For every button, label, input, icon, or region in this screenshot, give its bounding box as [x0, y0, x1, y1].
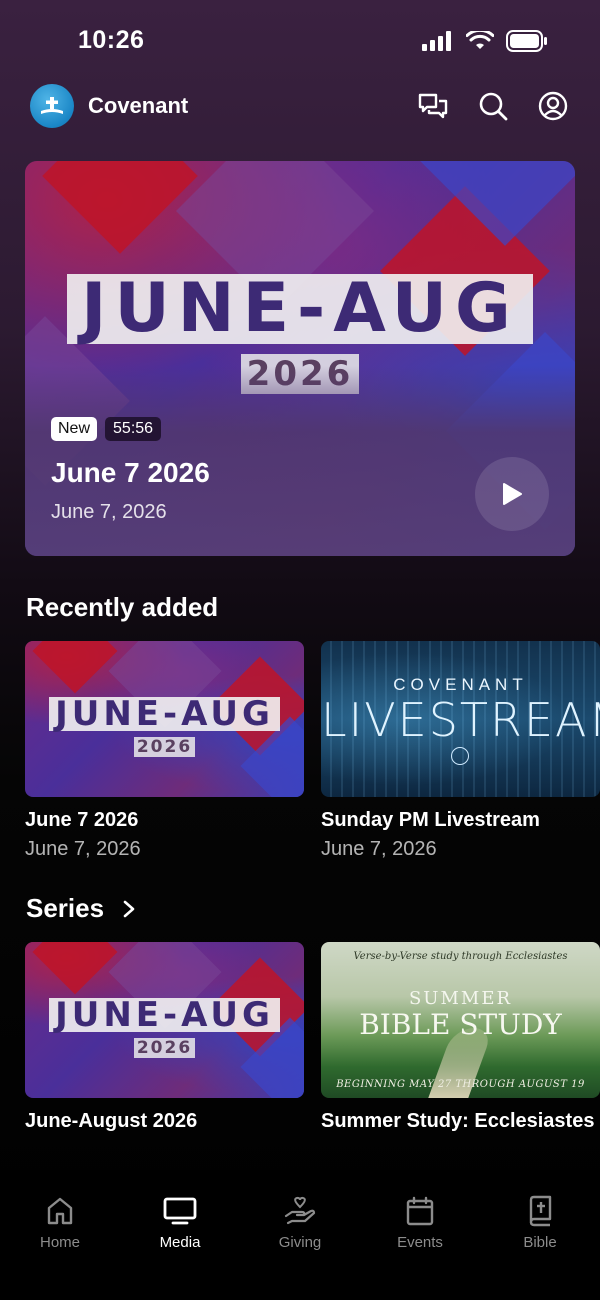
- nav-label: Bible: [523, 1234, 557, 1251]
- nav-home[interactable]: Home: [0, 1194, 120, 1251]
- status-icons: [422, 30, 548, 52]
- media-date: June 7, 2026: [321, 838, 437, 860]
- chat-icon: [418, 93, 448, 119]
- app-header: Covenant: [30, 84, 570, 128]
- wifi-icon: [466, 31, 494, 49]
- battery-icon: [506, 30, 547, 52]
- tv-icon: [163, 1197, 197, 1225]
- app-name: Covenant: [88, 93, 189, 118]
- thumb-art-main: LIVESTREAM: [321, 693, 600, 747]
- calendar-icon: [406, 1196, 434, 1226]
- nav-label: Home: [39, 1234, 80, 1251]
- series-thumbnail: JUNE-AUG 2026: [25, 942, 304, 1098]
- thumb-art-year: 2026: [133, 1038, 196, 1058]
- app-logo[interactable]: [30, 84, 74, 128]
- media-title: Sunday PM Livestream: [321, 809, 540, 831]
- bible-cross-icon: [41, 97, 63, 114]
- play-button[interactable]: [475, 457, 549, 531]
- recently-added-heading: Recently added: [26, 592, 218, 623]
- giving-icon: [284, 1196, 316, 1225]
- series-heading[interactable]: Series: [26, 893, 136, 924]
- nav-giving[interactable]: Giving: [240, 1194, 360, 1251]
- nav-label: Media: [159, 1234, 201, 1251]
- nav-events[interactable]: Events: [360, 1194, 480, 1251]
- series-label: Series: [26, 893, 105, 923]
- media-title: June 7 2026: [25, 809, 139, 831]
- thumb-art-title: JUNE-AUG: [49, 998, 280, 1032]
- thumb-art-year: 2026: [133, 737, 196, 757]
- chevron-right-icon: [123, 900, 135, 917]
- series-title: June-August 2026: [25, 1110, 198, 1132]
- featured-media-card[interactable]: JUNE-AUG 2026 New 55:56 June 7 2026 June…: [25, 161, 575, 556]
- series-thumbnail: Verse-by-Verse study through Ecclesiaste…: [321, 942, 600, 1098]
- media-thumbnail: JUNE-AUG 2026: [25, 641, 304, 797]
- nav-bible[interactable]: Bible: [480, 1194, 600, 1251]
- profile-button[interactable]: [536, 89, 570, 123]
- media-date: June 7, 2026: [25, 838, 141, 860]
- series-title: Summer Study: Ecclesiastes: [321, 1110, 595, 1132]
- status-time: 10:26: [78, 26, 145, 54]
- thumb-art-line2: BIBLE STUDY: [359, 1008, 562, 1041]
- series-card-ecclesiastes[interactable]: Verse-by-Verse study through Ecclesiaste…: [321, 942, 600, 1133]
- signal-icon: [422, 31, 451, 51]
- status-bar: 10:26: [0, 0, 600, 80]
- duration-badge: 55:56: [105, 417, 162, 441]
- play-icon: [503, 483, 522, 505]
- media-thumbnail: COVENANT LIVESTREAM: [321, 641, 600, 797]
- media-card-june-7[interactable]: JUNE-AUG 2026 June 7 2026 June 7, 2026: [25, 641, 304, 861]
- home-icon: [47, 1197, 73, 1225]
- thumb-art-top: Verse-by-Verse study through Ecclesiaste…: [353, 951, 568, 962]
- new-badge: New: [51, 417, 98, 441]
- featured-title: June 7 2026: [51, 457, 210, 488]
- recently-added-label: Recently added: [26, 592, 219, 622]
- art-title: JUNE-AUG: [67, 274, 533, 344]
- nav-media[interactable]: Media: [120, 1194, 240, 1251]
- profile-icon: [538, 91, 568, 121]
- bottom-nav: Home Media Giving Events Bible: [0, 1170, 600, 1300]
- thumb-art-bottom: BEGINNING MAY 27 THROUGH AUGUST 19: [336, 1079, 585, 1090]
- chat-button[interactable]: [416, 89, 450, 123]
- search-button[interactable]: [476, 89, 510, 123]
- media-card-livestream[interactable]: COVENANT LIVESTREAM Sunday PM Livestream…: [321, 641, 600, 861]
- thumb-art-title: JUNE-AUG: [49, 697, 280, 731]
- nav-label: Giving: [278, 1234, 322, 1251]
- play-circle-icon: [451, 747, 469, 765]
- featured-date: June 7, 2026: [51, 501, 167, 523]
- search-icon: [479, 92, 508, 121]
- thumb-art-line1: SUMMER: [408, 988, 513, 1009]
- bible-icon: [529, 1195, 552, 1227]
- series-card-june-august[interactable]: JUNE-AUG 2026 June-August 2026: [25, 942, 304, 1133]
- nav-label: Events: [397, 1234, 443, 1251]
- thumb-art-top: COVENANT: [393, 675, 528, 694]
